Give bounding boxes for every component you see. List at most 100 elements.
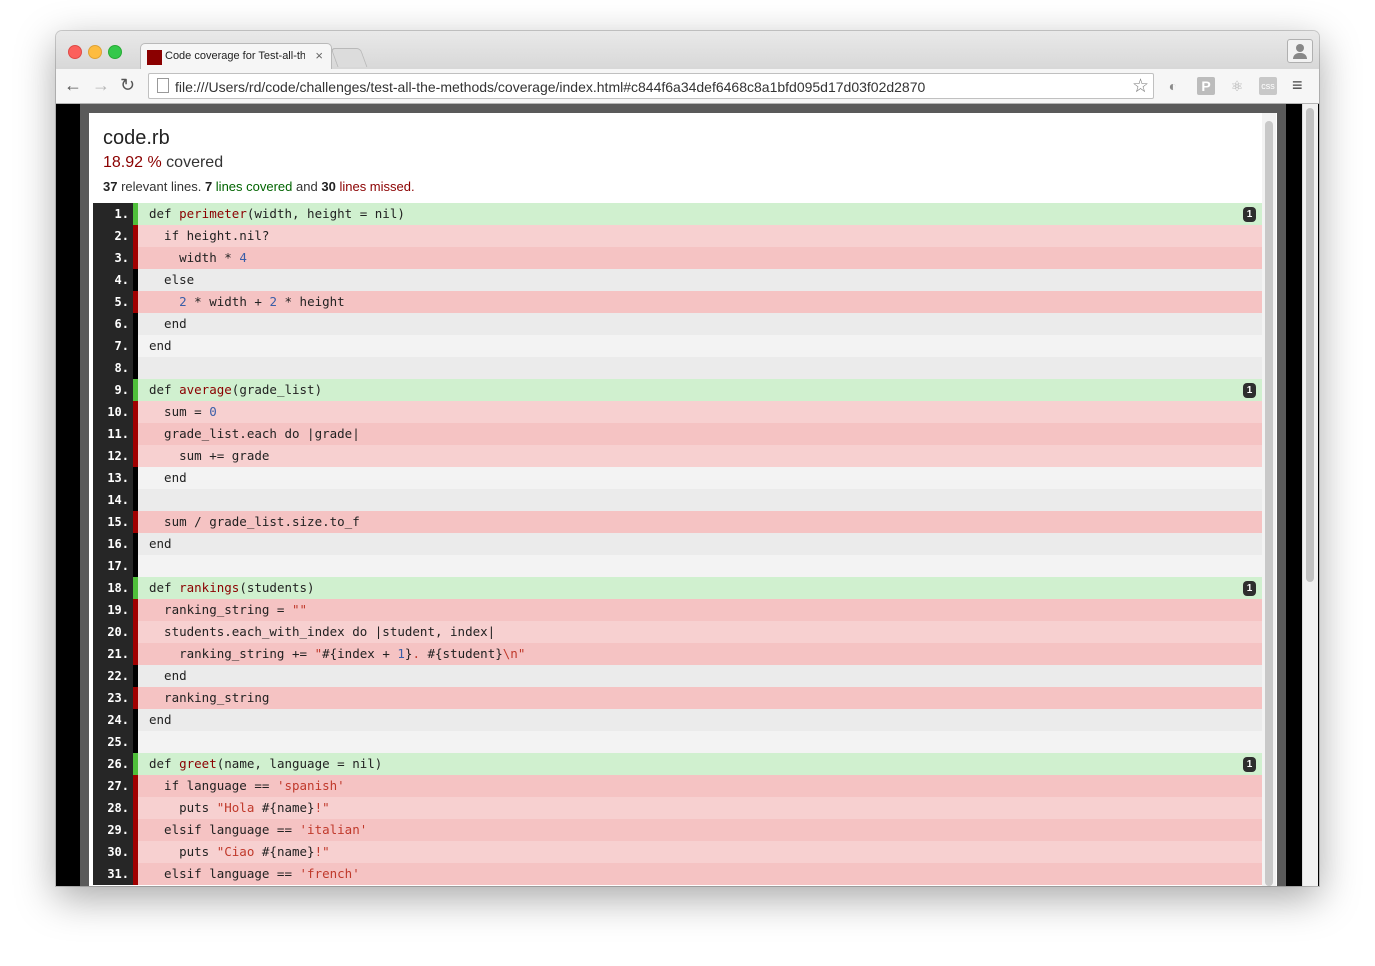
line-source: puts "Hola #{name}!" — [138, 797, 1262, 819]
relevant-count: 37 — [103, 179, 118, 194]
code-line: 1. def perimeter(width, height = nil) 1 — [93, 203, 1262, 225]
line-source: def average(grade_list) — [138, 379, 1262, 401]
code-line: 7. end — [93, 335, 1262, 357]
line-source: ranking_string = "" — [138, 599, 1262, 621]
line-number: 4. — [93, 269, 133, 291]
line-source: def perimeter(width, height = nil) — [138, 203, 1262, 225]
line-number: 1. — [93, 203, 133, 225]
url-text[interactable]: file:///Users/rd/code/challenges/test-al… — [175, 79, 925, 95]
code-line: 13. end — [93, 467, 1262, 489]
source-code: 1. def perimeter(width, height = nil) 1 2. … — [93, 203, 1262, 885]
line-source: end — [138, 665, 1262, 687]
line-source: def greet(name, language = nil) — [138, 753, 1262, 775]
line-number: 6. — [93, 313, 133, 335]
line-source — [138, 357, 1262, 379]
code-line: 5. 2 * width + 2 * height — [93, 291, 1262, 313]
hit-count-badge: 1 — [1243, 207, 1256, 222]
line-source: if language == 'spanish' — [138, 775, 1262, 797]
browser-tab[interactable]: Code coverage for Test-all-the-methods × — [140, 43, 332, 70]
profile-icon[interactable] — [1287, 39, 1313, 63]
line-number: 27. — [93, 775, 133, 797]
hit-count-badge: 1 — [1243, 383, 1256, 398]
line-source: sum = 0 — [138, 401, 1262, 423]
line-source: if height.nil? — [138, 225, 1262, 247]
css-extension-icon[interactable]: css — [1259, 77, 1277, 95]
line-source: end — [138, 467, 1262, 489]
code-line: 26. def greet(name, language = nil) 1 — [93, 753, 1262, 775]
line-source: ranking_string += "#{index + 1}. #{stude… — [138, 643, 1262, 665]
code-line: 2. if height.nil? — [93, 225, 1262, 247]
source-panel: code.rb 18.92 % covered 37 relevant line… — [89, 113, 1277, 886]
code-line: 11. grade_list.each do |grade| — [93, 423, 1262, 445]
line-number: 14. — [93, 489, 133, 511]
code-line: 18. def rankings(students) 1 — [93, 577, 1262, 599]
page-scrollbar-thumb[interactable] — [1306, 108, 1314, 582]
code-line: 28. puts "Hola #{name}!" — [93, 797, 1262, 819]
hit-count-badge: 1 — [1243, 581, 1256, 596]
covered-lines-label: lines covered — [215, 179, 293, 194]
minimize-window-button[interactable] — [88, 45, 102, 59]
line-number: 3. — [93, 247, 133, 269]
and-label: and — [296, 179, 318, 194]
bookmark-star-icon[interactable]: ☆ — [1132, 75, 1149, 98]
missed-lines-label: lines missed. — [339, 179, 415, 194]
line-number: 23. — [93, 687, 133, 709]
code-line: 3. width * 4 — [93, 247, 1262, 269]
line-source: else — [138, 269, 1262, 291]
line-number: 2. — [93, 225, 133, 247]
line-source: 2 * width + 2 * height — [138, 291, 1262, 313]
page-scrollbar[interactable] — [1302, 104, 1318, 886]
browser-toolbar: ← → ↻ file:///Users/rd/code/challenges/t… — [56, 69, 1319, 104]
zoom-window-button[interactable] — [108, 45, 122, 59]
new-tab-button[interactable] — [330, 48, 368, 67]
address-bar[interactable]: file:///Users/rd/code/challenges/test-al… — [148, 73, 1154, 99]
file-header: code.rb 18.92 % covered 37 relevant line… — [103, 127, 415, 194]
line-source: elsif language == 'italian' — [138, 819, 1262, 841]
line-number: 21. — [93, 643, 133, 665]
inner-scrollbar-thumb[interactable] — [1265, 121, 1273, 886]
line-source: sum / grade_list.size.to_f — [138, 511, 1262, 533]
code-line: 24. end — [93, 709, 1262, 731]
menu-icon[interactable]: ≡ — [1292, 75, 1303, 96]
tab-title: Code coverage for Test-all-the-methods — [165, 50, 305, 62]
line-number: 12. — [93, 445, 133, 467]
inner-scrollbar[interactable] — [1262, 113, 1276, 886]
title-bar: Code coverage for Test-all-the-methods × — [56, 31, 1319, 70]
line-number: 18. — [93, 577, 133, 599]
line-number: 17. — [93, 555, 133, 577]
code-line: 17. — [93, 555, 1262, 577]
line-number: 5. — [93, 291, 133, 313]
code-line: 29. elsif language == 'italian' — [93, 819, 1262, 841]
line-number: 8. — [93, 357, 133, 379]
favicon-icon — [147, 50, 162, 65]
code-line: 20. students.each_with_index do |student… — [93, 621, 1262, 643]
line-number: 29. — [93, 819, 133, 841]
tab-close-icon[interactable]: × — [315, 48, 323, 63]
line-number: 28. — [93, 797, 133, 819]
p-extension-icon[interactable]: P — [1197, 77, 1215, 95]
close-window-button[interactable] — [68, 45, 82, 59]
code-line: 9. def average(grade_list) 1 — [93, 379, 1262, 401]
line-source: width * 4 — [138, 247, 1262, 269]
coverage-percent-line: 18.92 % covered — [103, 154, 415, 172]
covered-count: 7 — [204, 179, 213, 194]
code-line: 30. puts "Ciao #{name}!" — [93, 841, 1262, 863]
browser-window: Code coverage for Test-all-the-methods ×… — [56, 31, 1319, 886]
line-source: elsif language == 'french' — [138, 863, 1262, 885]
forward-icon[interactable]: → — [92, 75, 110, 95]
code-line: 31. elsif language == 'french' — [93, 863, 1262, 885]
file-name: code.rb — [103, 127, 170, 149]
react-extension-icon[interactable]: ⚛ — [1228, 77, 1246, 95]
line-number: 24. — [93, 709, 133, 731]
line-source: puts "Ciao #{name}!" — [138, 841, 1262, 863]
reload-icon[interactable]: ↻ — [120, 75, 135, 95]
line-number: 16. — [93, 533, 133, 555]
line-number: 9. — [93, 379, 133, 401]
code-line: 15. sum / grade_list.size.to_f — [93, 511, 1262, 533]
back-icon[interactable]: ← — [64, 75, 82, 95]
opera-extension-icon[interactable]: ◐ — [1164, 77, 1182, 95]
code-line: 25. — [93, 731, 1262, 753]
code-line: 4. else — [93, 269, 1262, 291]
line-source: end — [138, 313, 1262, 335]
line-source: end — [138, 709, 1262, 731]
